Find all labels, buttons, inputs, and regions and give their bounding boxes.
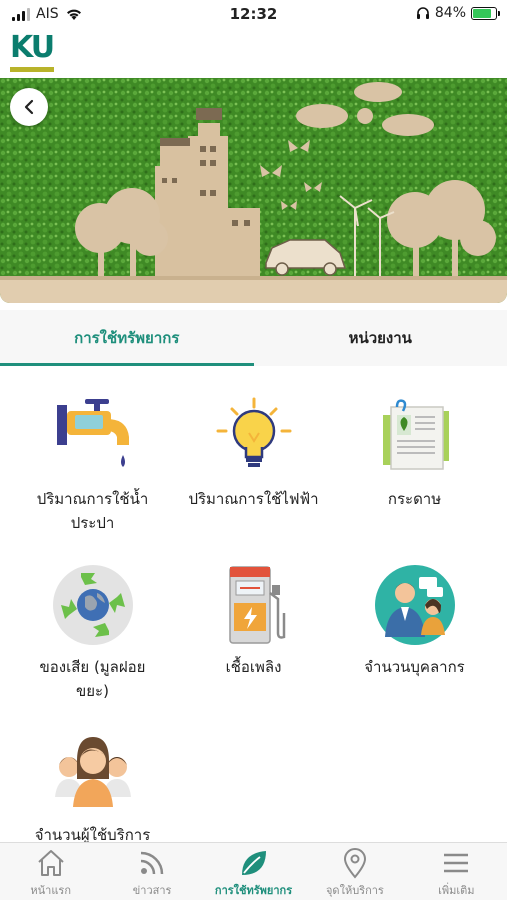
- nav-home[interactable]: หน้าแรก: [0, 843, 101, 900]
- menu-icon: [444, 853, 469, 873]
- water-tap-icon: [48, 395, 138, 479]
- home-icon: [38, 850, 64, 876]
- users-group-icon: [48, 731, 138, 815]
- tile-label: จำนวนบุคลากร: [364, 658, 465, 676]
- nav-news[interactable]: ข่าวสาร: [101, 843, 202, 900]
- tile-electricity[interactable]: ปริมาณการใช้ไฟฟ้า: [169, 395, 338, 511]
- logo-bar: [10, 67, 54, 72]
- chevron-left-icon: [24, 99, 34, 115]
- fuel-pump-icon: [209, 563, 299, 647]
- tab-label: การใช้ทรัพยากร: [74, 329, 180, 347]
- nav-service-points[interactable]: จุดให้บริการ: [304, 843, 405, 900]
- nav-resource-usage[interactable]: การใช้ทรัพยากร: [203, 843, 304, 900]
- tab-resource-usage[interactable]: การใช้ทรัพยากร: [0, 310, 254, 366]
- battery-percent: 84%: [434, 5, 466, 21]
- tile-paper[interactable]: กระดาษ: [330, 395, 499, 511]
- rss-icon: [140, 851, 164, 875]
- tile-staff[interactable]: จำนวนบุคลากร: [330, 563, 499, 679]
- eco-banner: [0, 78, 507, 303]
- ku-logo[interactable]: KU: [10, 32, 56, 74]
- nav-more[interactable]: เพิ่มเติม: [406, 843, 507, 900]
- tile-water[interactable]: ปริมาณการใช้น้ำประปา: [8, 395, 177, 535]
- bottom-nav: หน้าแรก ข่าวสาร การใช้ทรัพยากร จุดให้บริ…: [0, 842, 507, 900]
- light-bulb-icon: [209, 395, 299, 479]
- headphones-icon: [416, 7, 429, 19]
- tile-label: ของเสีย (มูลฝอย ขยะ): [39, 658, 146, 700]
- battery-icon: [471, 6, 500, 20]
- tile-label: เชื้อเพลิง: [225, 658, 282, 676]
- eco-city-illustration: [0, 78, 507, 303]
- status-bar: AIS 12:32 84%: [0, 0, 507, 30]
- tile-label: ปริมาณการใช้ไฟฟ้า: [188, 490, 319, 508]
- nav-label: จุดให้บริการ: [325, 884, 384, 897]
- nav-label: หน้าแรก: [30, 884, 71, 897]
- tab-bar: การใช้ทรัพยากร หน่วยงาน: [0, 310, 507, 366]
- leaf-icon: [241, 851, 266, 875]
- recycle-globe-icon: [48, 563, 138, 647]
- staff-icon: [370, 563, 460, 647]
- battery-fill: [473, 8, 492, 18]
- tile-waste[interactable]: ของเสีย (มูลฝอย ขยะ): [8, 563, 177, 703]
- tile-service-users[interactable]: จำนวนผู้ใช้บริการ: [8, 731, 177, 847]
- nav-label: การใช้ทรัพยากร: [214, 884, 293, 897]
- nav-label: ข่าวสาร: [132, 884, 172, 897]
- logo-text: KU: [10, 30, 55, 65]
- tile-label: กระดาษ: [387, 490, 442, 508]
- tile-fuel[interactable]: เชื้อเพลิง: [169, 563, 338, 679]
- paper-icon: [370, 395, 460, 479]
- app-header: KU: [0, 30, 507, 78]
- tile-label: ปริมาณการใช้น้ำประปา: [36, 490, 149, 532]
- nav-label: เพิ่มเติม: [438, 884, 475, 897]
- status-right: 84%: [416, 5, 500, 21]
- tab-label: หน่วยงาน: [348, 329, 412, 347]
- location-pin-icon: [343, 848, 366, 879]
- back-button[interactable]: [10, 88, 48, 126]
- tab-agencies[interactable]: หน่วยงาน: [254, 310, 507, 366]
